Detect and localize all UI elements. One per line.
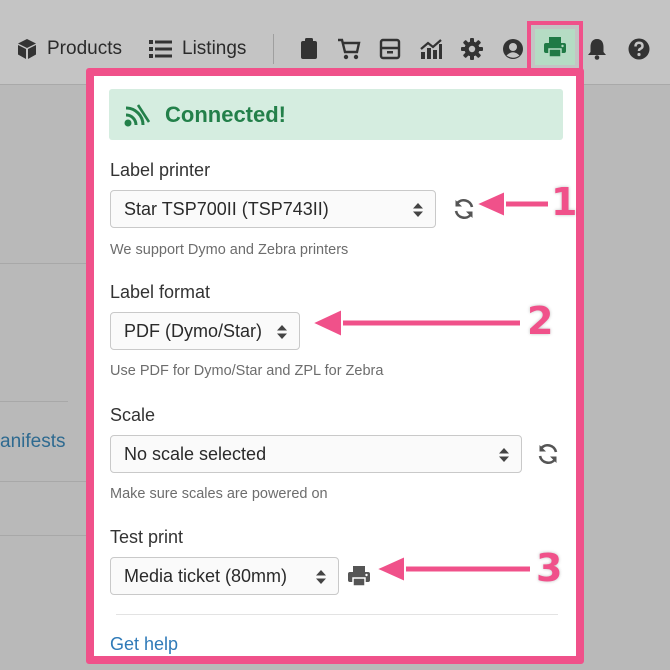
select-caret-icon — [413, 203, 423, 217]
printer-nav-button[interactable] — [535, 29, 575, 65]
connection-status-text: Connected! — [165, 101, 286, 127]
nav-divider — [273, 34, 274, 64]
listings-nav-link[interactable]: Listings — [149, 34, 246, 64]
printer-icon — [544, 37, 566, 58]
bell-icon[interactable] — [583, 34, 611, 64]
clipboard-icon[interactable] — [295, 34, 323, 64]
label-format-select[interactable]: PDF (Dymo/Star) — [110, 312, 300, 350]
label-printer-help: We support Dymo and Zebra printers — [110, 242, 349, 258]
connection-status-banner: Connected! — [109, 89, 563, 140]
printer-settings-popover: Connected! Label printer Star TSP700II (… — [86, 68, 584, 664]
select-caret-icon — [499, 448, 509, 462]
gear-icon[interactable] — [458, 34, 486, 64]
archive-icon[interactable] — [376, 34, 404, 64]
user-circle-icon[interactable] — [499, 34, 527, 64]
chart-icon[interactable] — [417, 34, 445, 64]
label-printer-value: Star TSP700II (TSP743II) — [124, 198, 329, 219]
refresh-icon — [538, 443, 558, 465]
select-caret-icon — [316, 570, 326, 584]
annotation-number-1: 1 — [550, 179, 578, 225]
label-printer-select[interactable]: Star TSP700II (TSP743II) — [110, 190, 436, 228]
listings-label: Listings — [182, 38, 247, 59]
background-divider — [0, 535, 86, 536]
printer-nav-highlight — [527, 21, 583, 73]
popover-divider — [116, 614, 558, 615]
background-divider — [0, 263, 86, 264]
refresh-icon — [454, 198, 474, 220]
get-help-link[interactable]: Get help — [110, 634, 178, 655]
test-print-select[interactable]: Media ticket (80mm) — [110, 557, 339, 595]
test-print-label: Test print — [110, 527, 184, 547]
label-format-help: Use PDF for Dymo/Star and ZPL for Zebra — [110, 363, 384, 379]
annotation-number-2: 2 — [526, 298, 554, 344]
manifests-link[interactable]: anifests — [0, 431, 65, 453]
label-format-value: PDF (Dymo/Star) — [124, 320, 263, 341]
signal-icon — [124, 103, 151, 126]
cube-icon — [18, 39, 36, 59]
products-nav-link[interactable]: Products — [16, 34, 122, 64]
refresh-printers-button[interactable] — [450, 194, 478, 224]
background-divider — [0, 401, 68, 402]
label-printer-label: Label printer — [110, 160, 211, 180]
test-print-button[interactable] — [345, 561, 373, 591]
printer-icon — [348, 566, 370, 587]
annotation-number-3: 3 — [535, 545, 563, 591]
scale-label: Scale — [110, 405, 156, 425]
refresh-scales-button[interactable] — [534, 439, 562, 469]
scale-value: No scale selected — [124, 443, 267, 464]
background-divider — [0, 481, 86, 482]
scale-help: Make sure scales are powered on — [110, 486, 328, 502]
list-icon — [149, 40, 172, 58]
select-caret-icon — [277, 325, 287, 339]
label-format-label: Label format — [110, 282, 211, 302]
help-icon[interactable] — [625, 34, 653, 64]
test-print-value: Media ticket (80mm) — [124, 565, 288, 586]
cart-icon[interactable] — [335, 34, 363, 64]
products-label: Products — [47, 38, 122, 59]
scale-select[interactable]: No scale selected — [110, 435, 522, 473]
